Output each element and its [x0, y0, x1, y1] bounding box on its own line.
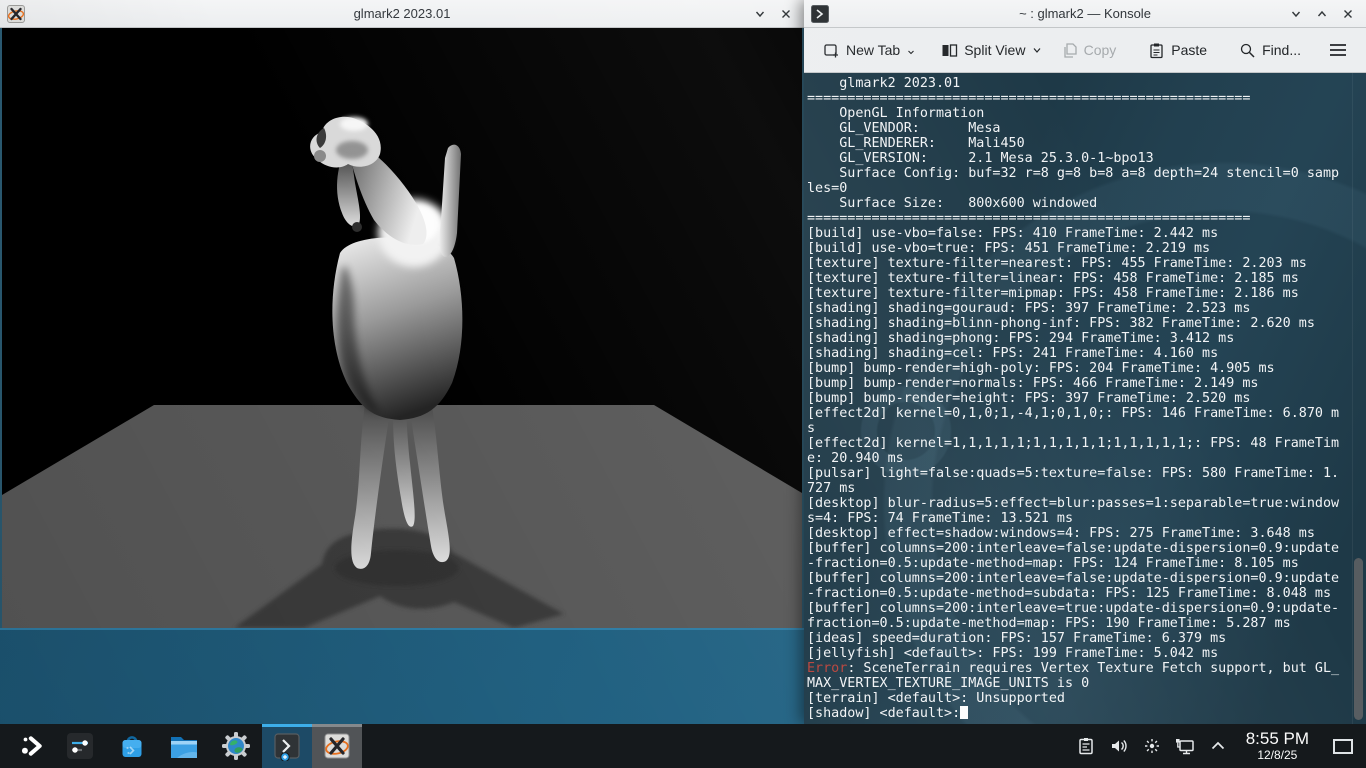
clock[interactable]: 8:55 PM 12/8/25 [1246, 730, 1309, 762]
chevron-down-icon [907, 44, 915, 56]
konsole-close-button[interactable] [1340, 6, 1356, 22]
glmark2-window-bottom-border [0, 628, 804, 630]
close-icon [1342, 8, 1354, 20]
split-view-icon [941, 42, 958, 59]
konsole-task-icon [272, 731, 302, 761]
network-wired-icon [1174, 736, 1196, 756]
application-launcher-button[interactable] [10, 724, 54, 768]
expand-tray-button[interactable] [1207, 724, 1229, 768]
volume-icon [1108, 736, 1130, 756]
paste-button[interactable]: Paste [1141, 36, 1214, 65]
copy-label: Copy [1084, 42, 1117, 58]
terminal-output: glmark2 2023.01=========================… [807, 76, 1347, 721]
close-icon [780, 8, 792, 20]
brightness-tray-button[interactable] [1141, 724, 1163, 768]
dolphin-file-manager-button[interactable] [158, 724, 210, 768]
system-settings-sliders-button[interactable] [54, 724, 106, 768]
new-tab-icon [823, 42, 840, 59]
chevron-up-icon [1208, 736, 1228, 756]
sliders-icon [65, 731, 95, 761]
paste-icon [1148, 42, 1165, 59]
konsole-titlebar[interactable]: ~ : glmark2 — Konsole [804, 0, 1366, 28]
glmark2-window: glmark2 2023.01 [0, 0, 804, 630]
taskbar: 8:55 PM 12/8/25 [0, 724, 1366, 768]
glmark2-minimize-button[interactable] [752, 6, 768, 22]
glmark2-render-scene [0, 28, 804, 628]
chevron-down-icon [1032, 44, 1042, 56]
show-desktop-icon [1332, 738, 1354, 755]
glmark2-close-button[interactable] [778, 6, 794, 22]
find-label: Find... [1262, 42, 1301, 58]
new-tab-button[interactable]: New Tab [816, 36, 922, 65]
gear-globe-icon [221, 731, 251, 761]
system-settings-button[interactable] [210, 724, 262, 768]
konsole-maximize-button[interactable] [1314, 6, 1330, 22]
horse-3d-scene [2, 28, 802, 628]
clock-time: 8:55 PM [1246, 730, 1309, 749]
konsole-icon [811, 5, 829, 23]
terminal-area[interactable]: glmark2 2023.01=========================… [804, 73, 1366, 724]
find-button[interactable]: Find... [1232, 36, 1308, 65]
konsole-window: ~ : glmark2 — Konsole New Tab [804, 0, 1366, 724]
brightness-sun-icon [1142, 736, 1162, 756]
new-tab-label: New Tab [846, 42, 900, 58]
copy-icon [1061, 42, 1078, 59]
discover-bag-icon [118, 731, 146, 761]
folder-icon [169, 733, 199, 760]
discover-button[interactable] [106, 724, 158, 768]
search-icon [1239, 42, 1256, 59]
system-tray: 8:55 PM 12/8/25 [1075, 724, 1360, 768]
active-task-indicator [262, 724, 312, 727]
clipboard-icon [1076, 736, 1096, 756]
terminal-scrollbar[interactable] [1352, 73, 1364, 724]
taskbar-task-konsole[interactable] [262, 724, 312, 768]
chevron-down-icon [754, 8, 766, 20]
split-view-button[interactable]: Split View [934, 36, 1049, 65]
konsole-toolbar: New Tab Split View Copy [804, 28, 1366, 73]
show-desktop-button[interactable] [1326, 724, 1360, 768]
taskbar-task-glmark2[interactable] [312, 724, 362, 768]
terminal-scrollbar-handle[interactable] [1354, 558, 1363, 720]
paste-label: Paste [1171, 42, 1207, 58]
konsole-minimize-button[interactable] [1288, 6, 1304, 22]
desktop: glmark2 2023.01 [0, 0, 1366, 768]
chevron-up-icon [1316, 8, 1328, 20]
glmark2-titlebar[interactable]: glmark2 2023.01 [0, 0, 804, 28]
clock-date: 12/8/25 [1246, 749, 1309, 762]
konsole-window-title: ~ : glmark2 — Konsole [804, 6, 1366, 21]
xorg-icon [7, 5, 25, 23]
menu-button[interactable] [1322, 36, 1354, 64]
xorg-task-icon [322, 731, 352, 761]
application-launcher-icon [19, 733, 45, 759]
hamburger-menu-icon [1329, 42, 1347, 58]
copy-button[interactable]: Copy [1054, 36, 1124, 65]
chevron-down-icon [1290, 8, 1302, 20]
split-view-label: Split View [964, 42, 1025, 58]
volume-tray-button[interactable] [1108, 724, 1130, 768]
network-tray-button[interactable] [1174, 724, 1196, 768]
open-task-indicator [312, 724, 362, 727]
clipboard-tray-button[interactable] [1075, 724, 1097, 768]
glmark2-window-title: glmark2 2023.01 [0, 6, 804, 21]
